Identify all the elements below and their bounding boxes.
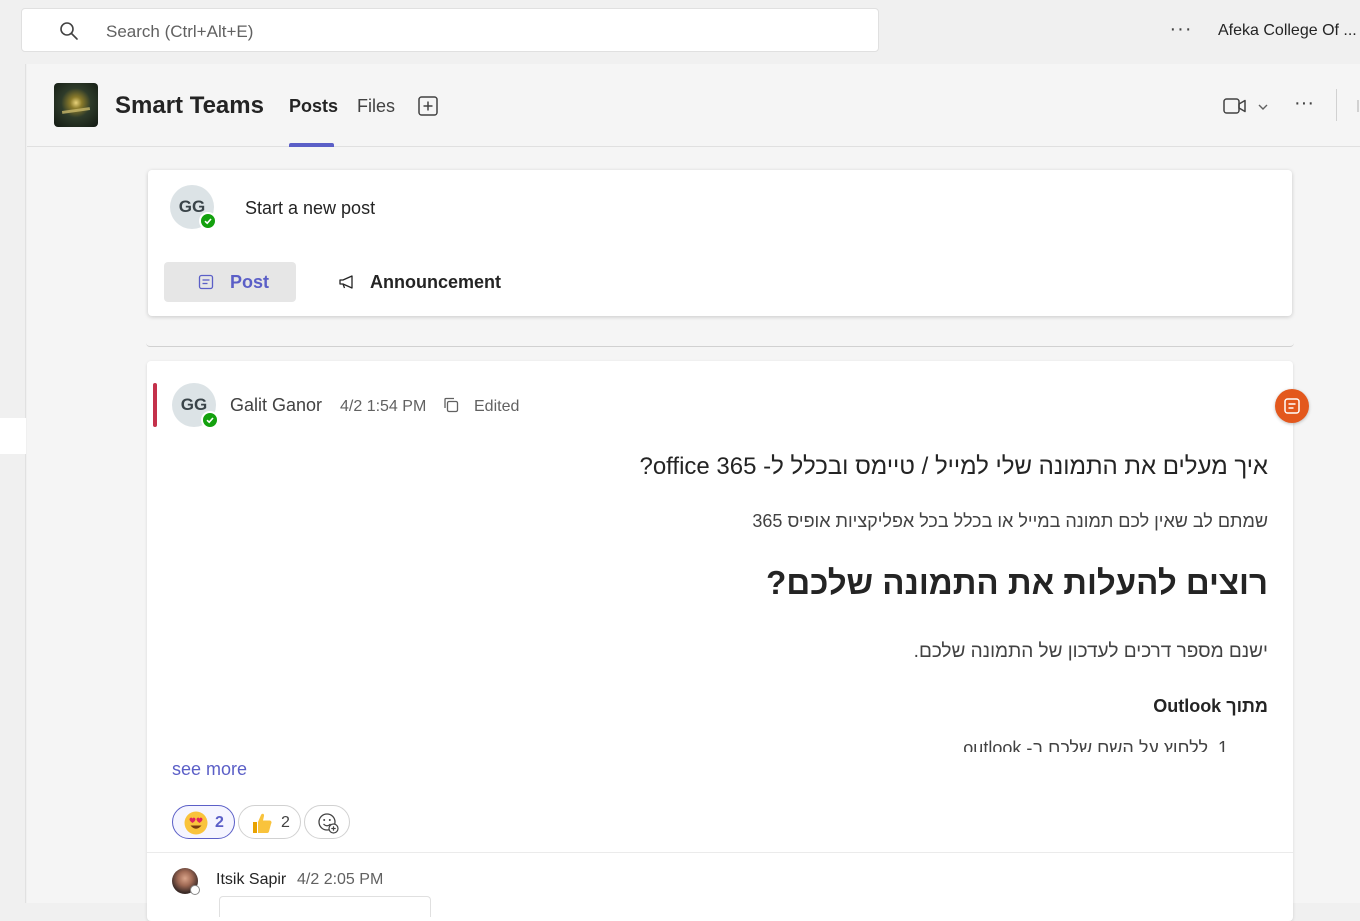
post-heading: רוצים להעלות את התמונה שלכם? xyxy=(766,564,1268,601)
search-box[interactable] xyxy=(21,8,879,52)
tab-posts[interactable]: Posts xyxy=(289,96,338,117)
active-tab-indicator xyxy=(289,143,334,147)
reply-content-card xyxy=(219,896,431,917)
new-post-composer: GG Start a new post Post Announcement xyxy=(148,170,1292,316)
search-icon xyxy=(60,22,78,40)
reply-timestamp: 4/2 2:05 PM xyxy=(297,871,384,888)
search-input[interactable] xyxy=(104,18,808,46)
post-intro: שמתם לב שאין לכם תמונה במייל או בכלל בכל… xyxy=(752,511,1268,531)
reply-separator xyxy=(147,852,1293,853)
announcement-badge-button[interactable] xyxy=(1275,389,1309,423)
copy-icon[interactable] xyxy=(442,396,460,414)
heart-eyes-emoji-icon xyxy=(184,811,208,835)
header-divider xyxy=(1357,100,1359,112)
announcement-button-label: Announcement xyxy=(370,272,502,292)
see-more-link[interactable]: see more xyxy=(172,759,247,780)
reaction-count: 2 xyxy=(281,814,290,831)
announcement-doc-icon xyxy=(1284,398,1300,414)
reaction-count: 2 xyxy=(215,814,224,831)
presence-available-icon xyxy=(201,411,219,429)
post-author[interactable]: Galit Ganor xyxy=(230,395,322,416)
reaction-heart-eyes[interactable]: 2 xyxy=(172,805,235,839)
team-avatar[interactable] xyxy=(54,83,98,127)
add-reaction-icon xyxy=(318,813,339,834)
list-item: 1. ללחוץ על השם שלכם ב- outlook xyxy=(963,738,1228,752)
header-divider xyxy=(1336,89,1337,121)
post-title: איך מעלים את התמונה שלי למייל / טיימס וב… xyxy=(639,453,1268,480)
post-button[interactable]: Post xyxy=(164,262,296,302)
chevron-down-icon[interactable] xyxy=(1256,100,1270,114)
start-new-post-field[interactable]: Start a new post xyxy=(245,198,375,219)
channel-panel: Smart Teams Posts Files ··· GG Start a n… xyxy=(27,64,1360,921)
tab-files[interactable]: Files xyxy=(357,96,395,117)
plus-square-icon[interactable] xyxy=(417,95,439,117)
more-options-icon[interactable]: ··· xyxy=(1291,92,1317,118)
reaction-thumbs-up[interactable]: 2 xyxy=(238,805,301,839)
post-button-label: Post xyxy=(230,272,270,292)
add-reaction-button[interactable] xyxy=(304,805,350,839)
video-camera-icon[interactable] xyxy=(1223,96,1247,116)
announcement-button[interactable]: Announcement xyxy=(334,262,524,302)
team-name: Smart Teams xyxy=(115,92,264,119)
post-paragraph: ישנם מספר דרכים לעדכון של התמונה שלכם. xyxy=(913,641,1268,662)
left-rail-indicator xyxy=(0,418,26,454)
top-bar: ··· Afeka College Of ... xyxy=(0,0,1360,64)
collapsed-card-edge xyxy=(146,334,1294,347)
org-switcher[interactable]: Afeka College Of ... xyxy=(1218,22,1357,40)
post-icon xyxy=(198,274,214,290)
announcement-accent-bar xyxy=(153,383,157,427)
channel-header: Smart Teams Posts Files ··· xyxy=(27,64,1360,147)
post-subheading: מתוך Outlook xyxy=(1153,696,1268,716)
post-list-item-truncated: 1. ללחוץ על השם שלכם ב- outlook xyxy=(768,738,1268,752)
post-timestamp: 4/2 1:54 PM xyxy=(340,398,427,415)
left-rail xyxy=(0,64,26,903)
thumbs-up-emoji-icon xyxy=(253,813,272,833)
presence-available-icon xyxy=(199,212,217,230)
more-options-icon[interactable]: ··· xyxy=(1166,18,1196,44)
megaphone-icon xyxy=(339,275,353,289)
reply-author[interactable]: Itsik Sapir xyxy=(216,871,286,889)
presence-offline-icon xyxy=(190,885,200,895)
announcement-post: GG Galit Ganor 4/2 1:54 PM Edited איך מע… xyxy=(147,361,1293,921)
edited-label: Edited xyxy=(474,398,520,415)
